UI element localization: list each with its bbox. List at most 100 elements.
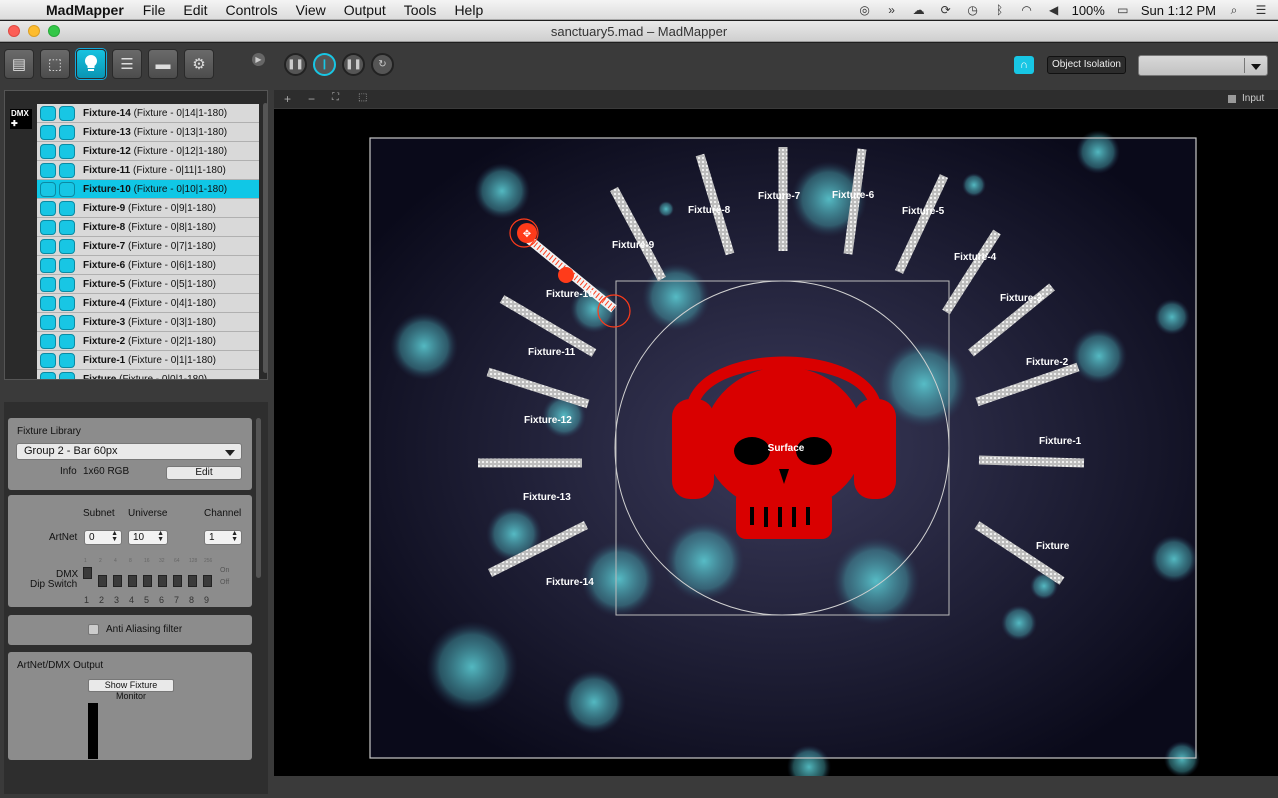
surface-tab-button[interactable]: ⬚ <box>40 49 70 79</box>
spotlight-search-icon[interactable]: ⌕ <box>1225 3 1243 17</box>
fixture-visible-toggle[interactable] <box>40 143 56 159</box>
settings-tab-button[interactable]: ⚙ <box>184 49 214 79</box>
fixture-row[interactable]: Fixture-5 (Fixture - 0|5|1-180) <box>37 275 259 294</box>
fixture-row[interactable]: Fixture (Fixture - 0|0|1-180) <box>37 370 259 379</box>
fixture-visible-toggle[interactable] <box>40 238 56 254</box>
menu-help[interactable]: Help <box>445 2 492 18</box>
fixture-visible-toggle[interactable] <box>40 276 56 292</box>
fixture-solo-toggle[interactable] <box>59 219 75 235</box>
dip-switch-8[interactable] <box>188 575 197 587</box>
fixture-row[interactable]: Fixture-4 (Fixture - 0|4|1-180) <box>37 294 259 313</box>
fixture-visible-toggle[interactable] <box>40 181 56 197</box>
loop-button[interactable]: ↻ <box>371 53 394 76</box>
dip-switch-6[interactable] <box>158 575 167 587</box>
cloud-app-icon[interactable]: ☁ <box>910 3 928 17</box>
fixture-solo-toggle[interactable] <box>59 124 75 140</box>
fixture-solo-toggle[interactable] <box>59 333 75 349</box>
volume-icon[interactable]: ◀ <box>1045 3 1063 17</box>
fixture-visible-toggle[interactable] <box>40 333 56 349</box>
zoom-window-button[interactable] <box>48 25 60 37</box>
fixture-tab-button[interactable] <box>76 49 106 79</box>
menu-tools[interactable]: Tools <box>395 2 446 18</box>
fixture-row[interactable]: Fixture-7 (Fixture - 0|7|1-180) <box>37 237 259 256</box>
dip-switch-9[interactable] <box>203 575 212 587</box>
fixture-row[interactable]: Fixture-6 (Fixture - 0|6|1-180) <box>37 256 259 275</box>
bluetooth-icon[interactable]: ᛒ <box>991 3 1009 17</box>
dmx-add-icon[interactable]: DMX ✚ <box>10 109 32 129</box>
fixture-row[interactable]: Fixture-14 (Fixture - 0|14|1-180) <box>37 104 259 123</box>
fixture-row[interactable]: Fixture-2 (Fixture - 0|2|1-180) <box>37 332 259 351</box>
pause-button[interactable]: ❚❚ <box>284 53 307 76</box>
wifi-icon[interactable]: ◠ <box>1018 3 1036 17</box>
clock[interactable]: Sun 1:12 PM <box>1141 3 1216 18</box>
media-tab-button[interactable]: ▤ <box>4 49 34 79</box>
minimize-window-button[interactable] <box>28 25 40 37</box>
fixture-solo-toggle[interactable] <box>59 162 75 178</box>
dip-switch-2[interactable] <box>98 575 107 587</box>
fixture-bar[interactable] <box>978 455 1085 468</box>
fixture-visible-toggle[interactable] <box>40 124 56 140</box>
menu-edit[interactable]: Edit <box>174 2 216 18</box>
channel-stepper[interactable]: 1 ▲ ▼ <box>204 530 242 545</box>
dip-switch-4[interactable] <box>128 575 137 587</box>
fixture-row[interactable]: Fixture-12 (Fixture - 0|12|1-180) <box>37 142 259 161</box>
menu-output[interactable]: Output <box>335 2 395 18</box>
fixture-solo-toggle[interactable] <box>59 257 75 273</box>
fixture-visible-toggle[interactable] <box>40 162 56 178</box>
fixture-solo-toggle[interactable] <box>59 295 75 311</box>
blackout-button[interactable]: ❚❚ <box>342 53 365 76</box>
fixture-visible-toggle[interactable] <box>40 371 56 379</box>
dip-switch-3[interactable] <box>113 575 122 587</box>
universe-stepper[interactable]: 10 ▲ ▼ <box>128 530 168 545</box>
time-machine-icon[interactable]: ◷ <box>964 3 982 17</box>
fixture-solo-toggle[interactable] <box>59 314 75 330</box>
fixture-row[interactable]: Fixture-8 (Fixture - 0|8|1-180) <box>37 218 259 237</box>
menu-view[interactable]: View <box>287 2 335 18</box>
fixture-list-scrollbar[interactable] <box>263 103 267 373</box>
sync-icon[interactable]: ⟳ <box>937 3 955 17</box>
isolation-mode-icon[interactable]: ∩ <box>1014 56 1034 74</box>
menu-controls[interactable]: Controls <box>216 2 286 18</box>
fastforward-app-icon[interactable]: » <box>883 3 901 17</box>
dip-switch-5[interactable] <box>143 575 152 587</box>
fixture-row[interactable]: Fixture-3 (Fixture - 0|3|1-180) <box>37 313 259 332</box>
fixture-solo-toggle[interactable] <box>59 371 75 379</box>
anti-aliasing-checkbox[interactable] <box>88 624 99 635</box>
fixture-solo-toggle[interactable] <box>59 276 75 292</box>
select-area-icon[interactable]: ⬚ <box>358 92 367 103</box>
fixture-row[interactable]: Fixture-1 (Fixture - 0|1|1-180) <box>37 351 259 370</box>
fixture-visible-toggle[interactable] <box>40 314 56 330</box>
fixture-solo-toggle[interactable] <box>59 352 75 368</box>
fixture-row[interactable]: Fixture-13 (Fixture - 0|13|1-180) <box>37 123 259 142</box>
input-toggle[interactable] <box>1228 95 1236 103</box>
fixture-solo-toggle[interactable] <box>59 143 75 159</box>
notification-center-icon[interactable]: ☰ <box>1252 3 1270 17</box>
fixture-visible-toggle[interactable] <box>40 295 56 311</box>
properties-scrollbar[interactable] <box>256 418 261 578</box>
fixture-solo-toggle[interactable] <box>59 181 75 197</box>
object-isolation-button[interactable]: Object Isolation <box>1047 56 1126 74</box>
fit-view-icon[interactable]: ⛶ <box>332 92 339 103</box>
show-fixture-monitor-button[interactable]: Show Fixture Monitor <box>88 679 174 701</box>
dip-switch-1[interactable] <box>83 567 92 579</box>
panel-collapse-button[interactable]: ▶ <box>252 53 265 66</box>
fixture-visible-toggle[interactable] <box>40 352 56 368</box>
fixture-row[interactable]: Fixture-10 (Fixture - 0|10|1-180) <box>37 180 259 199</box>
preview-toggle-button[interactable]: ❙ <box>313 53 336 76</box>
bar-tab-button[interactable]: ▬ <box>148 49 178 79</box>
menu-app-name[interactable]: MadMapper <box>42 2 134 18</box>
dip-switch-7[interactable] <box>173 575 182 587</box>
edit-fixture-button[interactable]: Edit <box>166 466 242 480</box>
creative-cloud-icon[interactable]: ◎ <box>856 3 874 17</box>
isolation-select[interactable] <box>1138 55 1268 76</box>
fixture-visible-toggle[interactable] <box>40 219 56 235</box>
fixture-visible-toggle[interactable] <box>40 105 56 121</box>
fixture-row[interactable]: Fixture-11 (Fixture - 0|11|1-180) <box>37 161 259 180</box>
fixture-visible-toggle[interactable] <box>40 257 56 273</box>
fixture-solo-toggle[interactable] <box>59 238 75 254</box>
fixture-solo-toggle[interactable] <box>59 105 75 121</box>
fixture-solo-toggle[interactable] <box>59 200 75 216</box>
battery-icon[interactable]: ▭ <box>1114 3 1132 17</box>
zoom-in-icon[interactable]: + <box>284 92 291 106</box>
output-canvas[interactable]: Surface Fixture-9 Fixture-8 Fixture-7 Fixtu… <box>274 109 1278 776</box>
